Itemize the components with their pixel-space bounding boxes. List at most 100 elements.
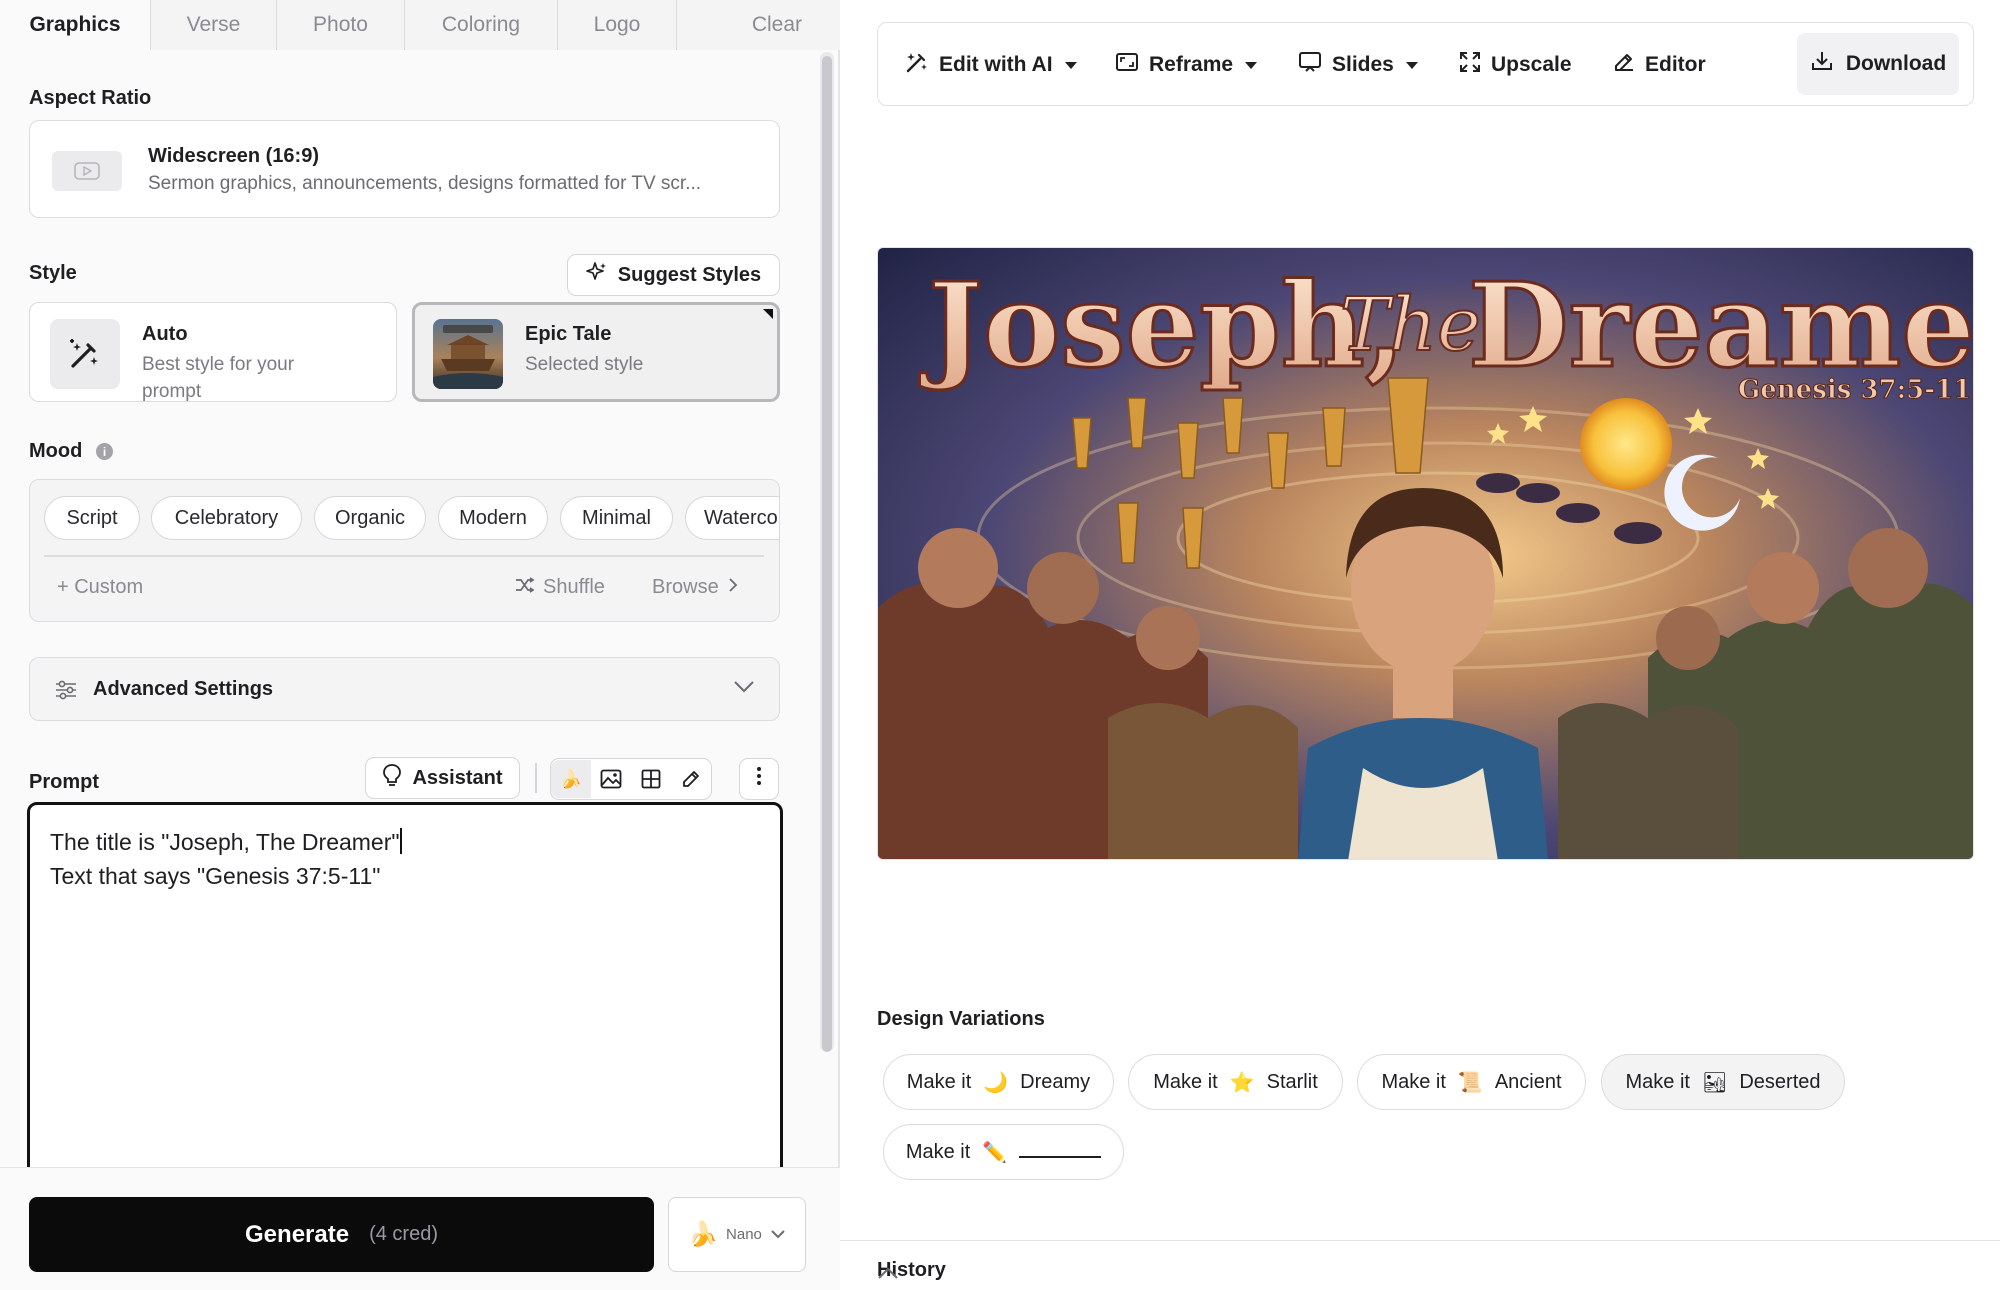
mood-divider	[44, 555, 764, 557]
aspect-ratio-description: Sermon graphics, announcements, designs …	[148, 173, 702, 194]
style-epic-tale-card[interactable]: Epic Tale Selected style	[412, 302, 780, 402]
caret-down-icon	[1245, 61, 1258, 69]
variation-prefix: Make it	[1625, 1070, 1690, 1093]
aspect-ratio-label: Aspect Ratio	[29, 87, 152, 109]
shuffle-label: Shuffle	[543, 575, 605, 598]
artwork-title-dreamer: Dreamer	[1468, 258, 1974, 394]
mood-chip-modern[interactable]: Modern	[438, 496, 548, 540]
aspect-ratio-selector[interactable]: Widescreen (16:9) Sermon graphics, annou…	[29, 120, 780, 218]
generated-image[interactable]: Joseph, The Dreamer Genesis 37:5-11	[877, 247, 1974, 860]
tools-divider	[535, 763, 537, 793]
mood-chip-minimal[interactable]: Minimal	[560, 496, 673, 540]
prompt-line-1: The title is "Joseph, The Dreamer"	[50, 829, 400, 855]
chevron-up-icon	[877, 1263, 1972, 1286]
youtube-icon	[52, 151, 122, 191]
generate-button[interactable]: Generate (4 cred)	[29, 1197, 654, 1272]
shuffle-button[interactable]: Shuffle	[515, 572, 605, 602]
more-options-button[interactable]	[739, 758, 779, 800]
generated-artwork: Joseph, The Dreamer Genesis 37:5-11	[878, 248, 1974, 859]
custom-variation-blank[interactable]	[1019, 1156, 1102, 1158]
tab-coloring[interactable]: Coloring	[404, 0, 557, 50]
caret-down-icon	[1064, 61, 1077, 69]
scrollbar-thumb[interactable]	[822, 56, 832, 1052]
style-label: Style	[29, 262, 77, 284]
tab-graphics[interactable]: Graphics	[0, 0, 150, 50]
variation-deserted-button[interactable]: Make it 🏜 Deserted	[1601, 1054, 1845, 1110]
style-epic-tale-name: Epic Tale	[525, 323, 612, 345]
browse-label: Browse	[652, 575, 719, 598]
style-auto-card[interactable]: Auto Best style for your prompt	[29, 302, 397, 402]
artwork-title-the: The	[1340, 282, 1481, 368]
advanced-settings-toggle[interactable]: Advanced Settings	[29, 657, 780, 721]
slides-button[interactable]: Slides	[1298, 23, 1418, 107]
variation-starlit-button[interactable]: Make it ⭐ Starlit	[1128, 1054, 1343, 1110]
style-epic-tale-subtitle: Selected style	[525, 354, 644, 375]
mood-label: Mood	[29, 440, 83, 462]
mood-chip-watercolor[interactable]: Waterco	[685, 496, 779, 540]
upscale-button[interactable]: Upscale	[1459, 23, 1572, 107]
variation-word: Starlit	[1266, 1070, 1318, 1093]
history-section[interactable]: History	[840, 1240, 2000, 1290]
reframe-label: Reframe	[1149, 53, 1234, 76]
edit-with-ai-button[interactable]: Edit with AI	[905, 23, 1077, 107]
prompt-tools-group: 🍌	[550, 758, 712, 800]
model-selector[interactable]: 🍌 Nano	[668, 1197, 806, 1272]
mood-chip-script[interactable]: Script	[44, 496, 140, 540]
mood-chip-celebratory[interactable]: Celebratory	[151, 496, 302, 540]
selected-corner-marker	[763, 309, 773, 319]
tab-verse[interactable]: Verse	[150, 0, 276, 50]
variation-word: Ancient	[1494, 1070, 1562, 1093]
reframe-button[interactable]: Reframe	[1115, 23, 1258, 107]
variation-custom-button[interactable]: Make it ✏️	[883, 1124, 1124, 1180]
pencil-icon: ✏️	[982, 1141, 1008, 1164]
grid-icon[interactable]	[631, 760, 671, 798]
custom-mood-button[interactable]: + Custom	[57, 572, 143, 602]
aspect-ratio-title: Widescreen (16:9)	[148, 145, 319, 167]
browse-button[interactable]: Browse	[652, 572, 739, 602]
upscale-icon	[1459, 51, 1481, 79]
download-icon	[1810, 50, 1834, 78]
variation-word: Dreamy	[1020, 1070, 1091, 1093]
star-icon: ⭐	[1229, 1071, 1255, 1094]
prompt-label: Prompt	[29, 771, 99, 793]
mood-chip-organic[interactable]: Organic	[314, 496, 426, 540]
info-icon[interactable]: i	[96, 443, 113, 460]
suggest-styles-label: Suggest Styles	[617, 263, 762, 286]
mode-tabs: Graphics Verse Photo Coloring Logo Clear	[0, 0, 840, 50]
left-panel: Graphics Verse Photo Coloring Logo Clear…	[0, 0, 840, 1290]
tab-logo[interactable]: Logo	[557, 0, 676, 50]
reframe-icon	[1115, 52, 1139, 78]
lightbulb-icon	[382, 763, 402, 793]
slides-label: Slides	[1332, 53, 1394, 76]
variation-dreamy-button[interactable]: Make it 🌙 Dreamy	[883, 1054, 1114, 1110]
sliders-icon	[54, 679, 78, 706]
generate-label: Generate	[245, 1220, 350, 1248]
assistant-label: Assistant	[412, 766, 503, 789]
text-caret	[399, 828, 402, 854]
download-button[interactable]: Download	[1797, 33, 1959, 95]
tab-photo[interactable]: Photo	[276, 0, 404, 50]
scroll-icon: 📜	[1457, 1071, 1483, 1094]
mood-chip-row: Script Celebratory Organic Modern Minima…	[44, 496, 779, 542]
banana-icon[interactable]: 🍌	[551, 760, 591, 798]
magic-wand-icon	[905, 50, 929, 80]
variation-word: Deserted	[1739, 1070, 1821, 1093]
clear-button[interactable]: Clear	[676, 0, 840, 50]
left-scrollbar[interactable]	[820, 52, 834, 1052]
prompt-line-2: Text that says "Genesis 37:5-11"	[50, 863, 381, 889]
image-icon[interactable]	[591, 760, 631, 798]
upscale-label: Upscale	[1491, 53, 1572, 76]
kebab-icon	[756, 766, 762, 792]
chevron-down-icon	[733, 680, 755, 699]
variation-ancient-button[interactable]: Make it 📜 Ancient	[1357, 1054, 1586, 1110]
editor-label: Editor	[1645, 53, 1706, 76]
chevron-right-icon	[727, 576, 739, 599]
artwork-reference: Genesis 37:5-11	[1738, 375, 1971, 405]
assistant-button[interactable]: Assistant	[365, 757, 520, 799]
variation-prefix: Make it	[906, 1070, 972, 1093]
suggest-styles-button[interactable]: Suggest Styles	[567, 254, 780, 296]
editor-button[interactable]: Editor	[1613, 23, 1706, 107]
image-toolbar: Edit with AI Reframe Slides Upscale Edit…	[877, 22, 1974, 106]
pencil-icon[interactable]	[671, 760, 711, 798]
design-variations-title: Design Variations	[877, 1008, 1045, 1030]
